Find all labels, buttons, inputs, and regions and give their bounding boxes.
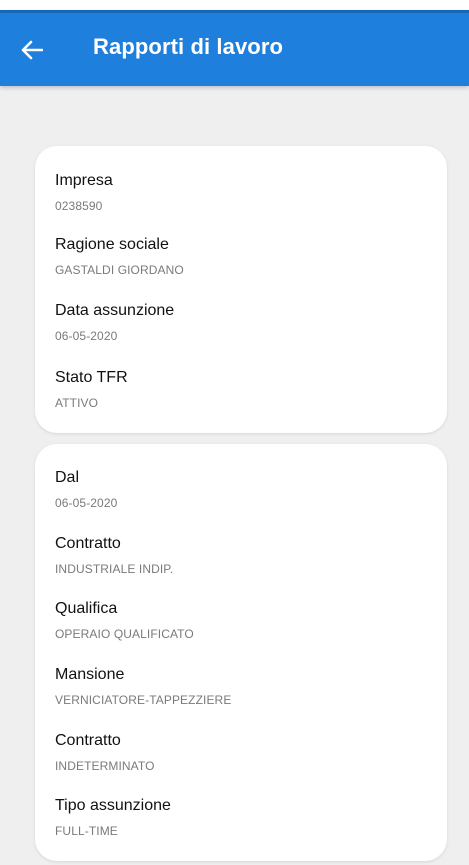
field-label: Qualifica — [55, 600, 118, 617]
page-title: Rapporti di lavoro — [93, 34, 284, 59]
status-bar-area — [0, 0, 469, 10]
arrow-left-icon — [21, 40, 43, 60]
field-data-assunzione: Data assunzione 06-05-2020 — [55, 301, 174, 344]
company-info-card: Impresa 0238590 Ragione sociale GASTALDI… — [35, 146, 447, 433]
field-value: 0238590 — [55, 199, 103, 213]
field-label: Contratto — [55, 732, 121, 749]
field-qualifica: Qualifica OPERAIO QUALIFICATO — [55, 599, 194, 642]
field-value: INDETERMINATO — [55, 759, 155, 773]
field-value: FULL-TIME — [55, 824, 118, 838]
field-label: Mansione — [55, 666, 125, 683]
field-label: Tipo assunzione — [55, 797, 171, 814]
field-label: Ragione sociale — [55, 236, 169, 253]
field-value: INDUSTRIALE INDIP. — [55, 562, 174, 576]
field-contratto: Contratto INDUSTRIALE INDIP. — [55, 534, 173, 577]
field-label: Data assunzione — [55, 302, 175, 319]
field-contratto-tipo: Contratto INDETERMINATO — [55, 731, 155, 774]
field-value: OPERAIO QUALIFICATO — [55, 627, 194, 641]
back-button[interactable] — [14, 35, 50, 65]
app-bar: Rapporti di lavoro — [0, 10, 469, 86]
field-stato-tfr: Stato TFR ATTIVO — [55, 368, 128, 411]
field-label: Contratto — [55, 535, 121, 552]
field-label: Stato TFR — [55, 369, 128, 386]
field-value: GASTALDI GIORDANO — [55, 263, 184, 277]
field-tipo-assunzione: Tipo assunzione FULL-TIME — [55, 796, 171, 839]
field-dal: Dal 06-05-2020 — [55, 468, 117, 511]
field-label: Impresa — [55, 172, 113, 189]
field-value: VERNICIATORE-TAPPEZZIERE — [55, 693, 232, 707]
field-value: 06-05-2020 — [55, 329, 118, 343]
field-value: ATTIVO — [55, 396, 99, 410]
field-impresa: Impresa 0238590 — [55, 171, 113, 214]
field-value: 06-05-2020 — [55, 496, 118, 510]
field-label: Dal — [55, 469, 80, 486]
field-ragione-sociale: Ragione sociale GASTALDI GIORDANO — [55, 235, 184, 278]
field-mansione: Mansione VERNICIATORE-TAPPEZZIERE — [55, 665, 231, 708]
employment-details-card: Dal 06-05-2020 Contratto INDUSTRIALE IND… — [35, 444, 447, 861]
